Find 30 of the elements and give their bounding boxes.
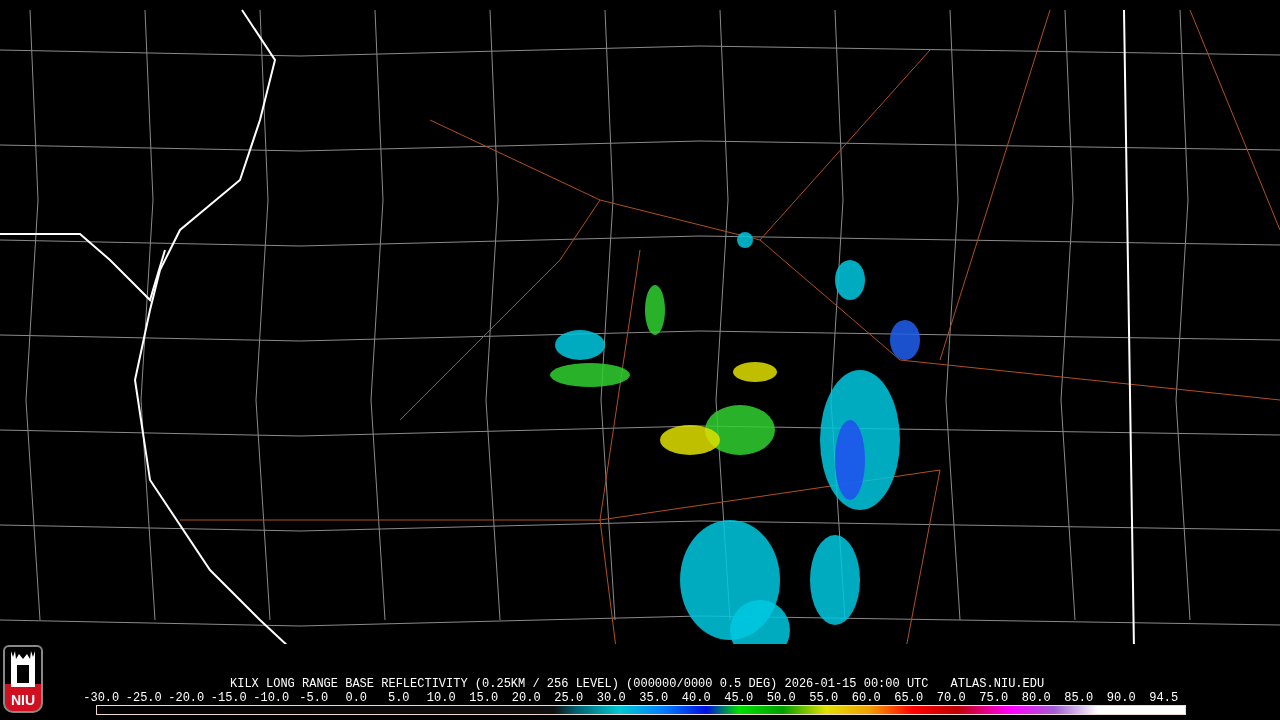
colorbar-tick-label: 30.0 — [595, 691, 627, 705]
colorbar-tick-label: 45.0 — [723, 691, 755, 705]
colorbar-tick-label: 5.0 — [386, 691, 411, 705]
colorbar-tick-label: 50.0 — [765, 691, 797, 705]
colorbar-tick-label: 55.0 — [808, 691, 840, 705]
colorbar-tick-label: 94.5 — [1148, 691, 1180, 705]
colorbar-tick-label: 60.0 — [850, 691, 882, 705]
site-url: ATLAS.NIU.EDU — [950, 677, 1045, 691]
colorbar-tick-label: -20.0 — [167, 691, 206, 705]
colorbar-tick-label: 40.0 — [680, 691, 712, 705]
colorbar-tick-label: 70.0 — [935, 691, 967, 705]
colorbar-tick-label: 85.0 — [1063, 691, 1095, 705]
colorbar-tick-label: 35.0 — [638, 691, 670, 705]
colorbar-tick-label: 90.0 — [1105, 691, 1137, 705]
colorbar-tick-label: 15.0 — [468, 691, 500, 705]
colorbar-tick-label: -10.0 — [252, 691, 291, 705]
colorbar-tick-label: -30.0 — [82, 691, 121, 705]
building-icon — [9, 651, 37, 687]
colorbar-tick-label: 80.0 — [1020, 691, 1052, 705]
colorbar-tick-label: -15.0 — [209, 691, 248, 705]
logo-text: NIU — [10, 692, 36, 708]
colorbar-tick-label: 75.0 — [978, 691, 1010, 705]
colorbar-tick-label: -5.0 — [298, 691, 330, 705]
colorbar-tick-label: 65.0 — [893, 691, 925, 705]
colorbar-tick-label: -25.0 — [124, 691, 163, 705]
colorbar-tick-label: 20.0 — [510, 691, 542, 705]
colorbar-tick-label: 25.0 — [553, 691, 585, 705]
product-title: KILX LONG RANGE BASE REFLECTIVITY (0.25KM / 256 LEVEL) (000000/0000 0.5 DEG) 2026-01-15 00:00 UTC — [230, 677, 929, 691]
colorbar-tick-label: 0.0 — [344, 691, 369, 705]
colorbar-tick-label: 10.0 — [425, 691, 457, 705]
